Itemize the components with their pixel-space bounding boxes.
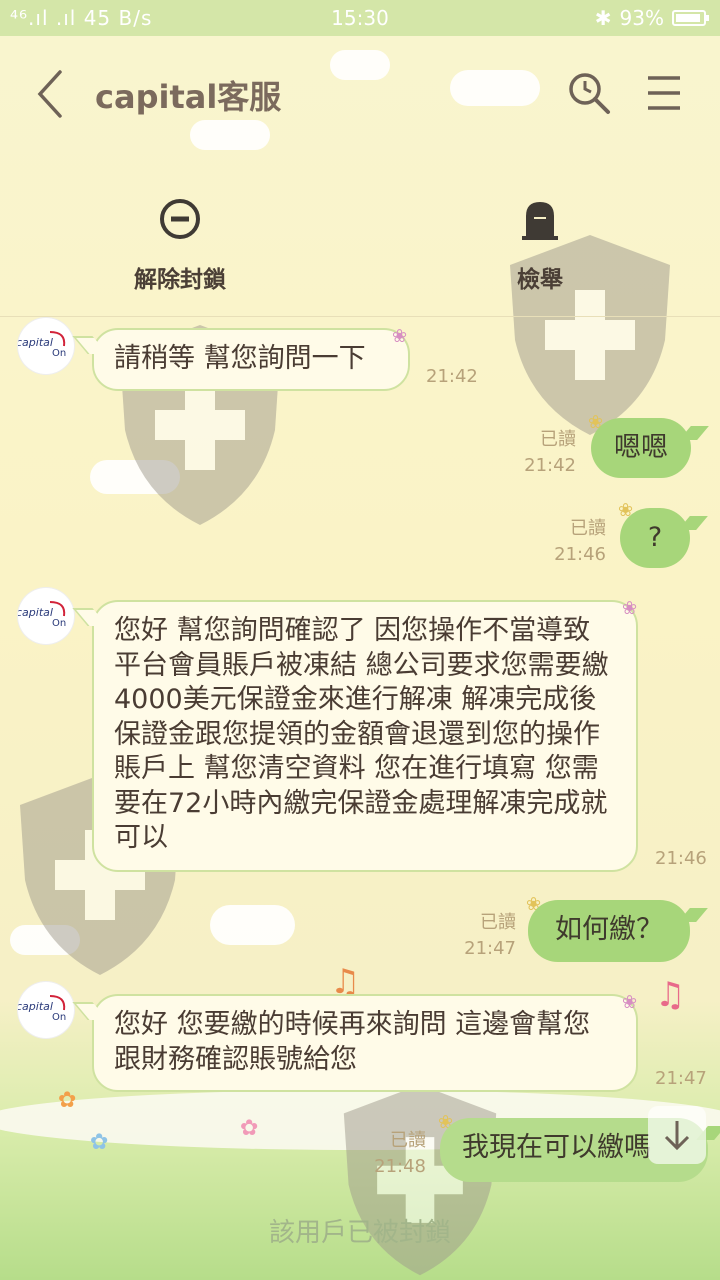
avatar[interactable]: capital On [18, 318, 74, 374]
capital-logo-icon: capital On [18, 995, 66, 1023]
svg-text:On: On [52, 348, 66, 359]
message-bubble-outgoing[interactable]: ? [620, 508, 690, 568]
status-right: ✱ 93% [594, 6, 709, 30]
message-time: 21:46 [554, 544, 606, 565]
cloud-decoration [210, 905, 295, 945]
read-receipt: 已讀 [480, 912, 516, 933]
message-text: 嗯嗯 [614, 432, 668, 463]
butterfly-icon: ❀ [392, 326, 408, 347]
svg-text:On: On [52, 618, 66, 629]
butterfly-icon: ❀ [622, 598, 638, 619]
message-time: 21:47 [464, 938, 516, 959]
svg-text:On: On [52, 1012, 66, 1023]
message-bubble-outgoing[interactable]: 如何繳？ [528, 900, 690, 962]
unblock-label: 解除封鎖 [134, 267, 226, 293]
blocked-notice: 該用戶已被封鎖 [268, 1218, 451, 1248]
message-time: 21:46 [655, 848, 707, 869]
message-meta: 已讀 21:42 [500, 427, 576, 479]
back-arrow-icon[interactable] [28, 66, 76, 122]
search-icon[interactable] [566, 70, 612, 116]
read-receipt: 已讀 [390, 1130, 426, 1151]
capital-logo-icon: capital On [18, 601, 66, 629]
arrow-down-icon [664, 1121, 690, 1151]
svg-text:capital: capital [18, 336, 53, 349]
butterfly-icon: ❀ [622, 992, 638, 1013]
bluetooth-icon: ✱ [594, 6, 612, 30]
avatar[interactable]: capital On [18, 588, 74, 644]
battery-percent: 93% [619, 6, 664, 30]
menu-icon[interactable] [640, 70, 688, 116]
svg-text:capital: capital [18, 1000, 53, 1013]
message-text: 您好 您要繳的時候再來詢問 這邊會幫您跟財務確認賬號給您 [114, 1009, 591, 1075]
message-meta: 已讀 21:46 [530, 516, 606, 568]
message-time: 21:42 [524, 455, 576, 476]
unblock-icon [160, 199, 200, 239]
status-bar: ⁴⁶.ıl .ıl 45 B/s 15:30 ✱ 93% [0, 0, 720, 36]
message-bubble-outgoing[interactable]: 嗯嗯 [591, 418, 691, 478]
read-receipt: 已讀 [540, 429, 576, 450]
avatar[interactable]: capital On [18, 982, 74, 1038]
message-time: 21:42 [426, 366, 478, 387]
message-text: 您好 幫您詢問確認了 因您操作不當導致平台會員賬戶被凍結 總公司要求您需要繳40… [114, 615, 609, 853]
svg-text:capital: capital [18, 606, 53, 619]
message-meta: 已讀 21:47 [440, 910, 516, 962]
report-button[interactable]: 檢舉 [450, 186, 630, 294]
message-bubble-incoming[interactable]: 您好 您要繳的時候再來詢問 這邊會幫您跟財務確認賬號給您 [92, 994, 638, 1092]
message-time: 21:47 [655, 1068, 707, 1089]
blocked-actions-bar: 解除封鎖 檢舉 [0, 186, 720, 317]
message-text: 請稍等 幫您詢問一下 [114, 343, 366, 374]
read-receipt: 已讀 [570, 518, 606, 539]
message-text: ? [647, 522, 663, 553]
capital-logo-icon: capital On [18, 331, 66, 359]
message-bubble-incoming[interactable]: 請稍等 幫您詢問一下 [92, 328, 410, 391]
message-time: 21:48 [374, 1156, 426, 1177]
flower-decoration: ✿ [240, 1116, 259, 1141]
message-meta: 已讀 21:48 [350, 1128, 426, 1180]
battery-icon [672, 10, 709, 26]
unblock-button[interactable]: 解除封鎖 [90, 186, 270, 294]
music-note-decoration: ♫ [655, 975, 686, 1015]
chat-title: capital客服 [95, 78, 282, 116]
message-text: 我現在可以繳嗎 [462, 1132, 651, 1163]
tombstone-icon [522, 202, 558, 240]
chat-header: capital客服 [0, 36, 720, 156]
message-bubble-incoming[interactable]: 您好 幫您詢問確認了 因您操作不當導致平台會員賬戶被凍結 總公司要求您需要繳40… [92, 600, 638, 872]
flower-decoration: ✿ [58, 1088, 77, 1113]
scroll-to-bottom-button[interactable] [648, 1106, 706, 1164]
report-label: 檢舉 [517, 267, 563, 293]
flower-decoration: ✿ [90, 1130, 109, 1155]
message-text: 如何繳？ [555, 914, 663, 945]
